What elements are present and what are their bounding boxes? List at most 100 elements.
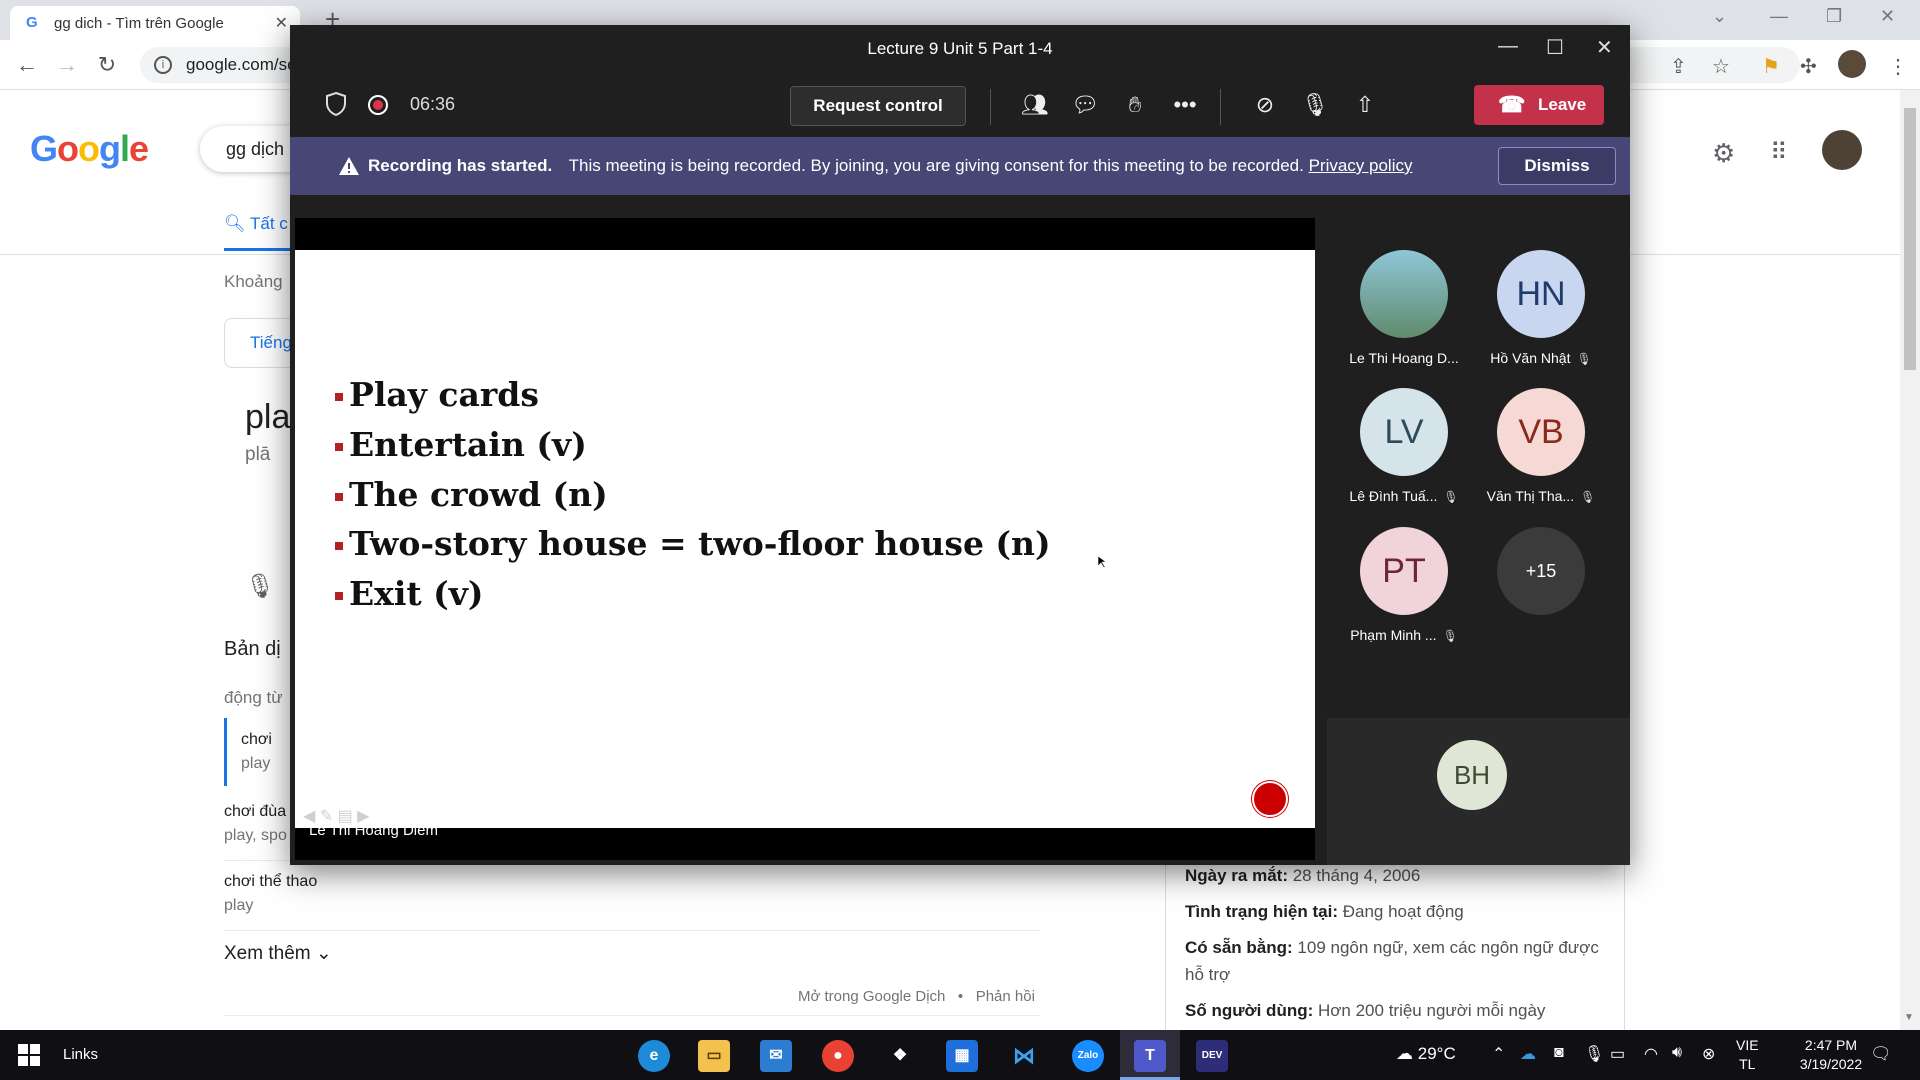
volume-icon[interactable]: 🔊︎: [1672, 1044, 1682, 1062]
laser-pointer: [1252, 781, 1288, 817]
kp-users: Số người dùng: Hơn 200 triệu người mỗi n…: [1185, 1001, 1546, 1020]
edge-icon[interactable]: e: [638, 1040, 670, 1072]
mail-icon[interactable]: ✉: [760, 1040, 792, 1072]
participants-icon[interactable]: 👥︎: [1018, 89, 1052, 121]
windows-taskbar: Links e ▭ ✉ ● ❖ ▦ ⋈ Zalo T DEV ☁ 29°C ⌃ …: [0, 1030, 1920, 1080]
vscode-icon[interactable]: ⋈: [1008, 1040, 1040, 1072]
recording-banner: Recording has started. This meeting is b…: [290, 137, 1630, 195]
request-control-button[interactable]: Request control: [790, 86, 966, 126]
muted-mic-icon: 🎙︎: [1442, 629, 1458, 643]
leave-button[interactable]: ☎︎ Leave: [1474, 85, 1604, 125]
maximize-icon[interactable]: ☐: [1546, 35, 1564, 60]
divider: [224, 930, 1040, 931]
google-logo[interactable]: Google: [30, 128, 149, 170]
muted-mic-icon: 🎙︎: [1576, 352, 1592, 366]
self-avatar[interactable]: BH: [1437, 740, 1507, 810]
chevron-down-icon: ⌄: [315, 943, 332, 964]
input-language[interactable]: VIE TL: [1736, 1036, 1759, 1074]
url-text: google.com/se: [186, 55, 297, 74]
shield-icon[interactable]: [325, 91, 347, 117]
open-google-translate-link[interactable]: Mở trong Google Dịch • Phản hồi: [798, 988, 1035, 1005]
close-icon[interactable]: ✕: [1596, 35, 1613, 60]
slide-bullet: Two-story house = two-floor house (n): [335, 524, 1051, 563]
slide-bullet: Exit (v): [335, 574, 484, 613]
see-more-button[interactable]: Xem thêm ⌄: [224, 942, 332, 965]
share-icon[interactable]: ⇪: [1670, 54, 1687, 79]
minimize-icon[interactable]: —: [1770, 6, 1788, 27]
wifi-icon[interactable]: ◠: [1644, 1044, 1658, 1064]
translation-vi: chơi thể thao: [224, 873, 318, 890]
dismiss-button[interactable]: Dismiss: [1498, 147, 1616, 185]
notifications-icon[interactable]: 🗨︎: [1870, 1044, 1892, 1064]
participant-avatar[interactable]: HN: [1497, 250, 1585, 338]
close-circle-icon[interactable]: ⊗: [1702, 1044, 1715, 1064]
privacy-policy-link[interactable]: Privacy policy: [1309, 156, 1413, 175]
more-options-icon[interactable]: •••: [1168, 89, 1202, 121]
apps-grid-icon[interactable]: ⠿: [1770, 138, 1788, 167]
pronunciation: plā: [245, 444, 271, 465]
chrome-icon[interactable]: ●: [822, 1040, 854, 1072]
zalo-icon[interactable]: Zalo: [1072, 1040, 1104, 1072]
windows-start-icon[interactable]: [18, 1044, 40, 1066]
mic-off-icon[interactable]: 🎙︎: [1298, 89, 1332, 121]
cloud-icon: ☁: [1396, 1044, 1413, 1063]
participant-avatar[interactable]: [1360, 250, 1448, 338]
extension-icon[interactable]: ⚑: [1762, 54, 1780, 79]
teams-icon: T: [1134, 1040, 1166, 1072]
translation-item[interactable]: chơi đùa play, spo: [224, 800, 287, 848]
gear-icon[interactable]: ⚙: [1712, 138, 1735, 169]
onedrive-icon[interactable]: ☁: [1520, 1044, 1536, 1064]
close-tab-icon[interactable]: ✕: [275, 13, 288, 33]
links-toolbar[interactable]: Links: [63, 1046, 98, 1063]
participant-avatar[interactable]: LV: [1360, 388, 1448, 476]
results-count: Khoảng: [224, 272, 283, 291]
reactions-icon[interactable]: ✋︎: [1118, 89, 1152, 121]
phone-hangup-icon: ☎︎: [1498, 92, 1526, 117]
slide-bullet: The crowd (n): [335, 475, 608, 514]
tab-all[interactable]: 🔍︎ Tất c: [224, 214, 288, 234]
participant-avatar[interactable]: VB: [1497, 388, 1585, 476]
back-icon[interactable]: ←: [14, 52, 40, 78]
divider: [1220, 89, 1221, 125]
minimize-icon[interactable]: —: [1498, 35, 1518, 58]
participant-avatar[interactable]: PT: [1360, 527, 1448, 615]
participant-name: Hồ Văn Nhật 🎙︎: [1490, 350, 1592, 366]
camera-off-icon[interactable]: ⊘: [1248, 89, 1282, 121]
bookmark-star-icon[interactable]: ☆: [1712, 54, 1730, 79]
scroll-down-icon[interactable]: ▼: [1904, 1012, 1914, 1023]
slide-bullet: Play cards: [335, 375, 539, 414]
browser-tab[interactable]: G gg dich - Tìm trên Google ✕: [10, 6, 300, 40]
battery-icon[interactable]: ▭: [1610, 1044, 1625, 1064]
show-hidden-icons-icon[interactable]: ⌃: [1492, 1044, 1505, 1064]
scrollbar-thumb[interactable]: [1904, 108, 1916, 370]
more-participants-button[interactable]: +15: [1497, 527, 1585, 615]
shared-screen-stage: Play cards Entertain (v) The crowd (n) T…: [295, 218, 1315, 860]
participant-name: Le Thi Hoang D...: [1349, 350, 1459, 366]
reload-icon[interactable]: ↻: [94, 52, 120, 78]
mic-icon[interactable]: 🎙︎: [1584, 1044, 1604, 1064]
chat-icon[interactable]: 💬︎: [1068, 89, 1102, 121]
chrome-profile-avatar[interactable]: [1838, 50, 1866, 78]
site-info-icon[interactable]: i: [154, 56, 172, 74]
warning-icon: [339, 157, 359, 175]
restore-icon[interactable]: ❐: [1826, 6, 1842, 27]
microphone-icon[interactable]: 🎙︎: [245, 572, 275, 601]
forward-icon[interactable]: →: [54, 52, 80, 78]
close-window-icon[interactable]: ✕: [1880, 6, 1895, 27]
devc-icon[interactable]: DEV: [1196, 1040, 1228, 1072]
presenter-name: Le Thi Hoang Diem: [309, 822, 438, 839]
store-icon[interactable]: ▦: [946, 1040, 978, 1072]
teams-taskbar-button[interactable]: T: [1120, 1030, 1180, 1080]
share-screen-icon[interactable]: ⇧: [1348, 89, 1382, 121]
dropbox-icon[interactable]: ❖: [884, 1040, 916, 1072]
teams-titlebar: Lecture 9 Unit 5 Part 1-4 — ☐ ✕: [290, 25, 1630, 73]
file-explorer-icon[interactable]: ▭: [698, 1040, 730, 1072]
chrome-menu-icon[interactable]: ⋮: [1888, 54, 1908, 79]
extensions-puzzle-icon[interactable]: ✣: [1800, 54, 1817, 79]
google-account-avatar[interactable]: [1822, 130, 1862, 170]
camera-icon[interactable]: ◙: [1554, 1044, 1564, 1062]
translation-item[interactable]: chơi thể thao play: [224, 870, 317, 918]
tab-search-icon[interactable]: ⌄: [1712, 6, 1727, 27]
weather-widget[interactable]: ☁ 29°C: [1396, 1044, 1456, 1064]
google-favicon-icon: G: [26, 14, 38, 31]
